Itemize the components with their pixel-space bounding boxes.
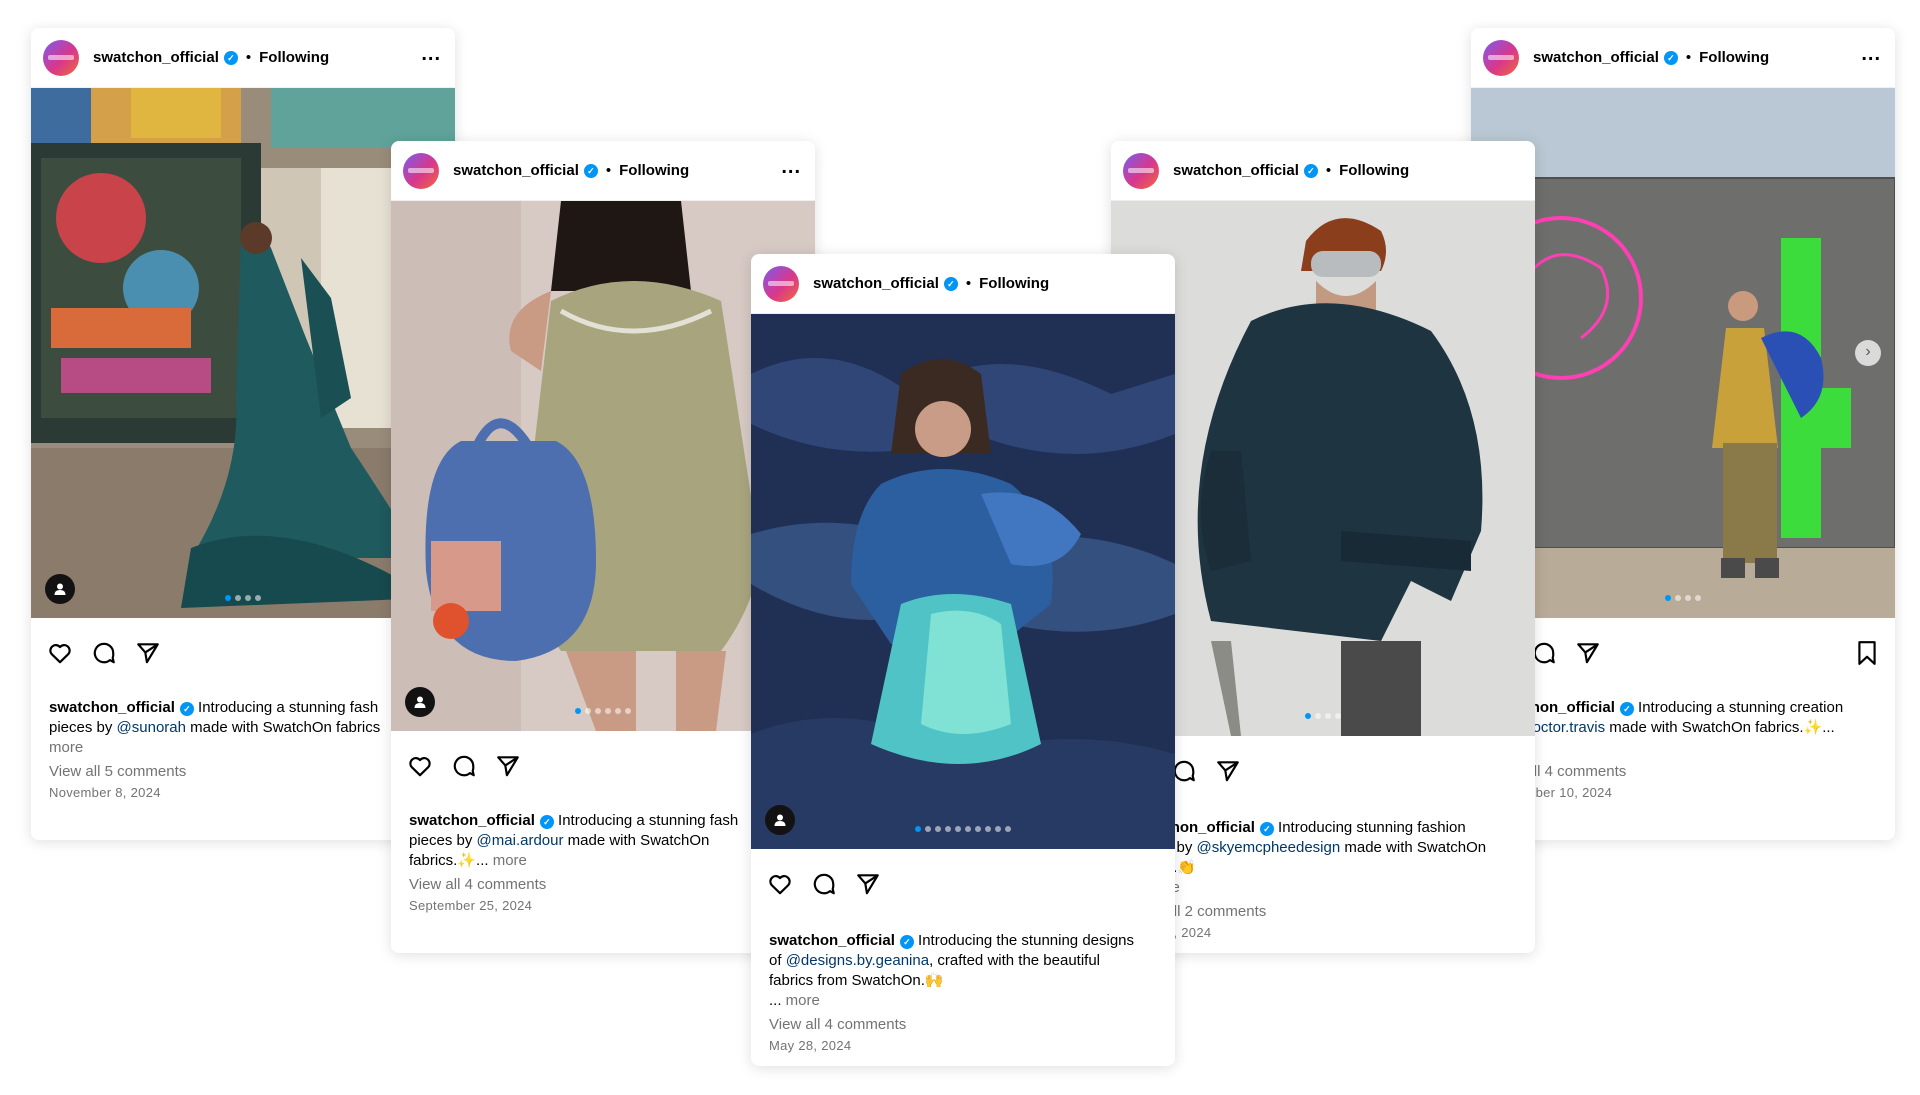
username[interactable]: swatchon_official [813, 275, 939, 292]
post-header: swatchon_official ✓ • Following [1111, 141, 1535, 201]
avatar[interactable] [763, 265, 799, 302]
next-slide-icon[interactable]: › [1855, 340, 1881, 366]
avatar[interactable] [1123, 152, 1159, 189]
more-options-icon[interactable]: ... [781, 157, 801, 180]
avatar[interactable] [43, 39, 79, 76]
following-button[interactable]: Following [1699, 49, 1769, 66]
comment-icon[interactable] [811, 871, 837, 897]
username[interactable]: swatchon_official [93, 49, 219, 66]
caption-more-link[interactable]: more [786, 992, 820, 1009]
post-header: swatchon_official ✓ • Following ... [1471, 28, 1895, 88]
username[interactable]: swatchon_official [453, 162, 579, 179]
share-icon[interactable] [135, 640, 161, 666]
carousel-dots [751, 826, 1175, 832]
following-button[interactable]: Following [619, 162, 689, 179]
verified-badge-icon: ✓ [583, 163, 598, 178]
share-icon[interactable] [1575, 640, 1601, 666]
mention-link[interactable]: @skyemcpheedesign [1197, 839, 1341, 856]
verified-badge-icon: ✓ [1303, 163, 1318, 178]
post-caption: swatchon_official ✓ Introducing the stunn… [769, 932, 1135, 1009]
caption-username[interactable]: swatchon_official [49, 699, 175, 716]
view-comments-link[interactable]: View all 4 comments [751, 1011, 1175, 1035]
caption-more-link[interactable]: more [493, 852, 527, 869]
heart-icon[interactable] [407, 753, 433, 779]
verified-badge-icon: ✓ [1619, 702, 1634, 716]
verified-badge-icon: ✓ [943, 276, 958, 291]
action-bar [751, 849, 1175, 901]
verified-badge-icon: ✓ [539, 815, 554, 829]
share-icon[interactable] [855, 871, 881, 897]
caption-more-link[interactable]: more [49, 739, 83, 756]
username[interactable]: swatchon_official [1533, 49, 1659, 66]
post-header: swatchon_official ✓ • Following [751, 254, 1175, 314]
post-image[interactable] [751, 314, 1175, 849]
verified-badge-icon: ✓ [1259, 822, 1274, 836]
heart-icon[interactable] [47, 640, 73, 666]
post-header: swatchon_official ✓ • Following ... [31, 28, 455, 88]
post-card: swatchon_official ✓ • Following swatchon… [751, 254, 1175, 1066]
mention-link[interactable]: @designs.by.geanina [786, 952, 929, 969]
post-date: May 28, 2024 [769, 1038, 852, 1053]
mention-link[interactable]: @sunorah [117, 719, 186, 736]
more-options-icon[interactable]: ... [1861, 44, 1881, 67]
following-button[interactable]: Following [1339, 162, 1409, 179]
comment-icon[interactable] [451, 753, 477, 779]
post-header: swatchon_official ✓ • Following ... [391, 141, 815, 201]
avatar[interactable] [1483, 39, 1519, 76]
verified-badge-icon: ✓ [223, 50, 238, 65]
verified-badge-icon: ✓ [1663, 50, 1678, 65]
avatar[interactable] [403, 152, 439, 189]
caption-username[interactable]: swatchon_official [769, 932, 895, 949]
caption-username[interactable]: swatchon_official [409, 812, 535, 829]
more-options-icon[interactable]: ... [421, 44, 441, 67]
following-button[interactable]: Following [979, 275, 1049, 292]
comment-icon[interactable] [91, 640, 117, 666]
username[interactable]: swatchon_official [1173, 162, 1299, 179]
mention-link[interactable]: @mai.ardour [477, 832, 564, 849]
share-icon[interactable] [1215, 758, 1241, 784]
bookmark-icon[interactable] [1855, 640, 1879, 666]
verified-badge-icon: ✓ [899, 935, 914, 949]
share-icon[interactable] [495, 753, 521, 779]
heart-icon[interactable] [767, 871, 793, 897]
following-button[interactable]: Following [259, 49, 329, 66]
verified-badge-icon: ✓ [179, 702, 194, 716]
